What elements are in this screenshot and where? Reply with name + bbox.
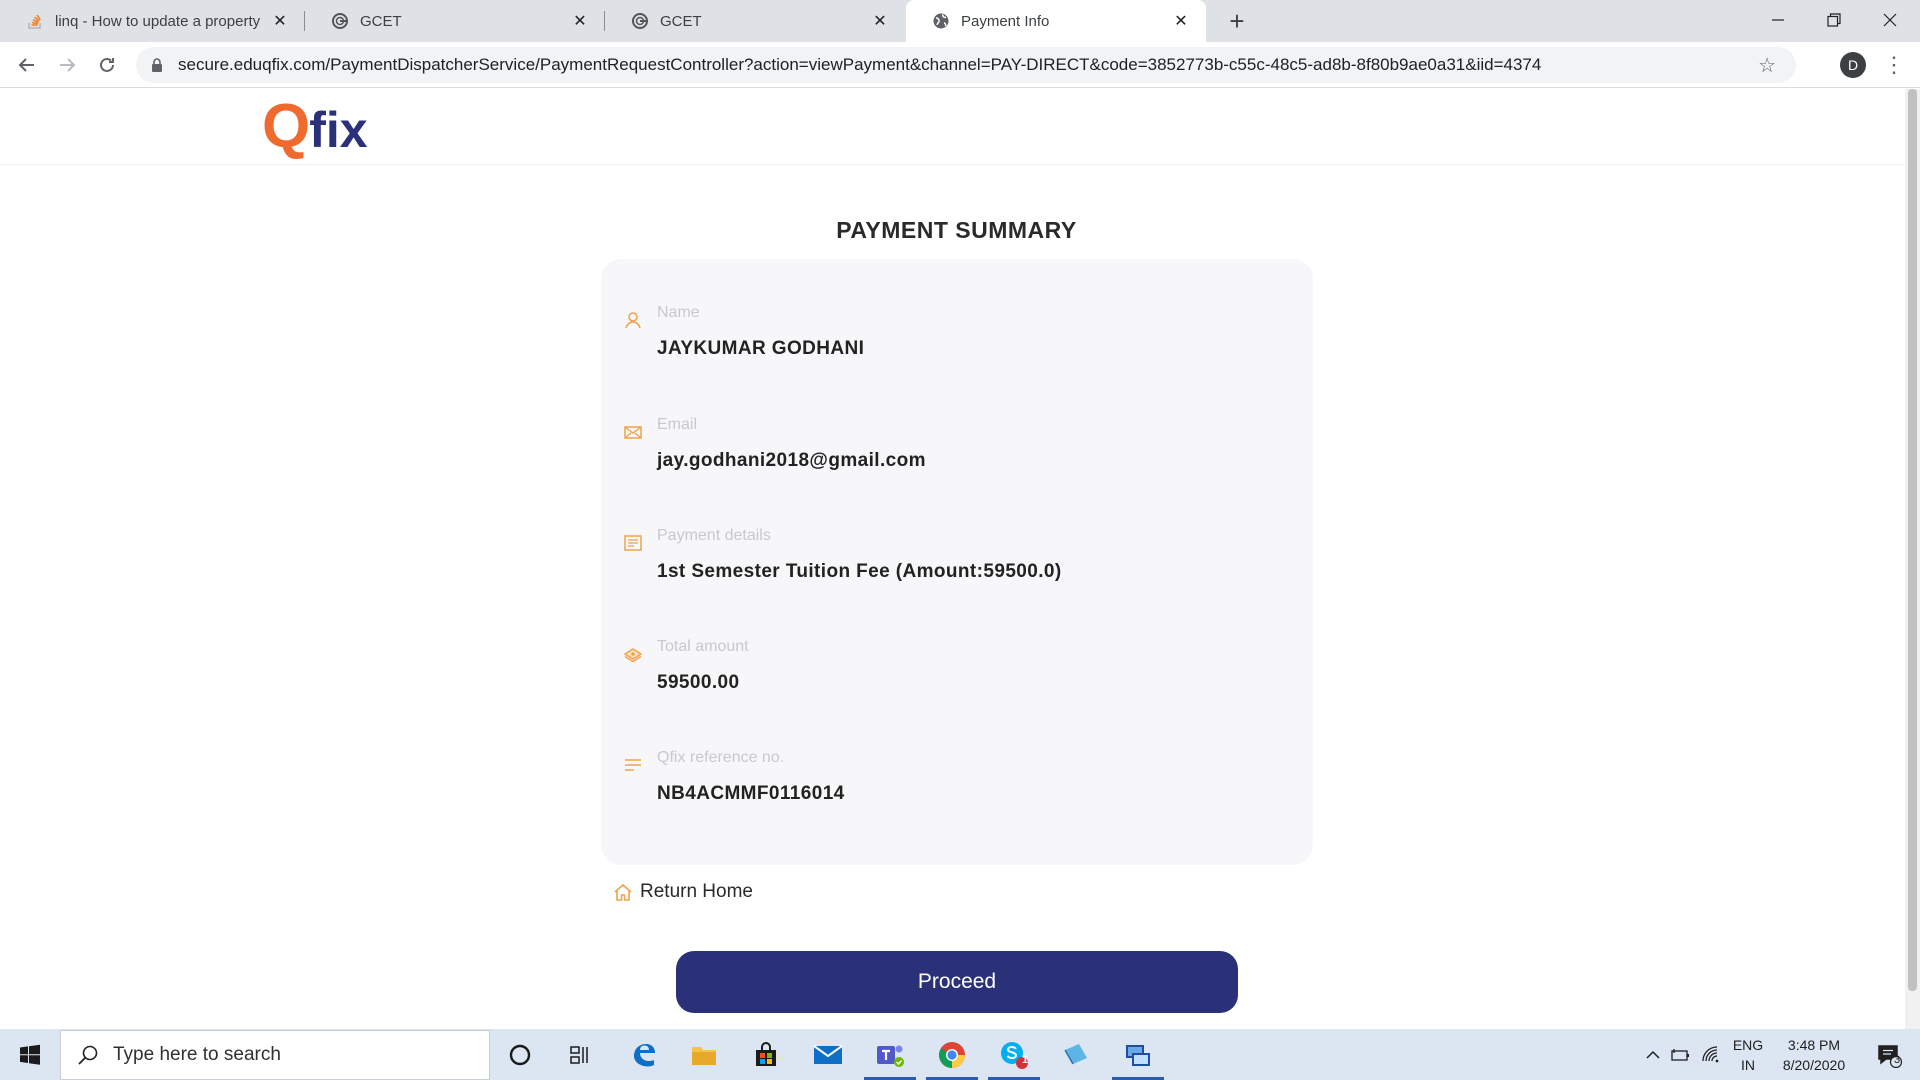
tab-linq[interactable]: linq - How to update a property ✕ [0, 0, 305, 42]
lock-icon [150, 57, 166, 73]
field-value: 59500.00 [657, 672, 740, 693]
globe-icon [931, 11, 951, 31]
cortana-icon[interactable] [490, 1029, 550, 1080]
logo-q: Q [262, 92, 310, 161]
page-viewport: Q fix PAYMENT SUMMARY Name JAYKUMAR GODH… [0, 89, 1905, 1029]
lang-line1: ENG [1732, 1036, 1764, 1053]
proceed-button[interactable]: Proceed [676, 951, 1238, 1013]
qfix-logo[interactable]: Q fix [262, 92, 368, 161]
site-header: Q fix [0, 89, 1905, 165]
field-value: NB4ACMMF0116014 [657, 783, 845, 804]
scrollbar-thumb[interactable] [1908, 89, 1917, 991]
reload-button[interactable] [92, 50, 122, 80]
taskbar-search-box[interactable]: Type here to search [60, 1030, 490, 1080]
home-icon [612, 881, 634, 903]
show-hidden-icons-chevron-icon[interactable] [1640, 1029, 1666, 1080]
tab-close-icon[interactable]: ✕ [869, 10, 891, 32]
notification-count: 3 [1894, 1054, 1901, 1066]
mail-icon[interactable] [798, 1029, 858, 1080]
browser-tab-strip: linq - How to update a property ✕ GCET ✕… [0, 0, 1920, 42]
input-language-indicator[interactable]: ENG IN [1728, 1029, 1768, 1080]
tab-close-icon[interactable]: ✕ [569, 10, 591, 32]
close-window-button[interactable] [1862, 0, 1918, 40]
skype-icon[interactable]: 1 [984, 1029, 1044, 1080]
envelope-icon [623, 422, 643, 442]
battery-icon[interactable] [1668, 1029, 1694, 1080]
field-label: Qfix reference no. [657, 749, 785, 766]
taskbar-clock[interactable]: 3:48 PM 8/20/2020 [1772, 1029, 1856, 1080]
lang-line2: IN [1741, 1056, 1755, 1073]
gcet-icon [630, 11, 650, 31]
field-label: Email [657, 416, 698, 433]
chrome-icon[interactable] [922, 1029, 982, 1080]
page-title: PAYMENT SUMMARY [836, 217, 1077, 243]
tab-close-icon[interactable]: ✕ [269, 10, 291, 32]
minimize-button[interactable] [1750, 0, 1806, 40]
remote-desktop-icon[interactable] [1108, 1029, 1168, 1080]
windows-taskbar: Type here to search 1 ENG IN 3:48 PM 8/2… [0, 1029, 1920, 1080]
bookmark-star-icon[interactable]: ☆ [1758, 53, 1776, 78]
store-icon[interactable] [736, 1029, 796, 1080]
skype-badge: 1 [1022, 1054, 1029, 1066]
return-home-label: Return Home [640, 881, 753, 902]
task-view-icon[interactable] [550, 1029, 610, 1080]
back-button[interactable] [12, 50, 42, 80]
logo-text: fix [309, 102, 368, 158]
action-center-icon[interactable]: 3 [1866, 1029, 1912, 1080]
tab-gcet-2[interactable]: GCET ✕ [605, 0, 905, 42]
search-icon [77, 1044, 99, 1066]
tab-payment-info[interactable]: Payment Info ✕ [906, 0, 1206, 42]
user-icon [623, 310, 643, 330]
cash-icon [623, 644, 643, 664]
field-value: jay.godhani2018@gmail.com [657, 450, 926, 471]
new-tab-button[interactable]: + [1222, 6, 1252, 36]
document-icon [623, 533, 643, 553]
tab-title: GCET [660, 12, 702, 30]
browser-toolbar: secure.eduqfix.com/PaymentDispatcherServ… [0, 42, 1920, 88]
search-placeholder: Type here to search [113, 1044, 281, 1065]
forward-button[interactable] [52, 50, 82, 80]
file-explorer-icon[interactable] [674, 1029, 734, 1080]
tab-title: linq - How to update a property [55, 12, 261, 30]
teams-icon[interactable] [860, 1029, 920, 1080]
field-value: 1st Semester Tuition Fee (Amount:59500.0… [657, 561, 1062, 582]
url-text: secure.eduqfix.com/PaymentDispatcherServ… [178, 55, 1542, 74]
start-button[interactable] [0, 1029, 60, 1080]
wifi-icon[interactable] [1698, 1029, 1724, 1080]
return-home-link[interactable]: Return Home [612, 881, 753, 903]
restore-button[interactable] [1806, 0, 1862, 40]
lines-icon [623, 755, 643, 775]
clock-date: 8/20/2020 [1782, 1056, 1846, 1073]
field-label: Total amount [657, 638, 749, 655]
summary-card: Name JAYKUMAR GODHANI Email jay.godhani2… [601, 259, 1313, 865]
profile-avatar[interactable]: D [1840, 52, 1866, 78]
address-bar[interactable]: secure.eduqfix.com/PaymentDispatcherServ… [136, 47, 1796, 83]
tab-close-icon[interactable]: ✕ [1170, 10, 1192, 32]
field-label: Name [657, 304, 700, 321]
clock-time: 3:48 PM [1787, 1036, 1841, 1053]
gcet-icon [330, 11, 350, 31]
page-scrollbar[interactable] [1905, 89, 1920, 1029]
tab-gcet-1[interactable]: GCET ✕ [305, 0, 605, 42]
edge-icon[interactable] [614, 1029, 674, 1080]
notepad-icon[interactable] [1046, 1029, 1106, 1080]
field-value: JAYKUMAR GODHANI [657, 338, 865, 359]
tab-title: GCET [360, 12, 402, 30]
windows-logo-icon [20, 1044, 40, 1065]
field-label: Payment details [657, 527, 771, 544]
tab-title: Payment Info [961, 12, 1050, 30]
stackoverflow-icon [25, 11, 45, 31]
menu-kebab-icon[interactable]: ⋮ [1883, 50, 1905, 80]
